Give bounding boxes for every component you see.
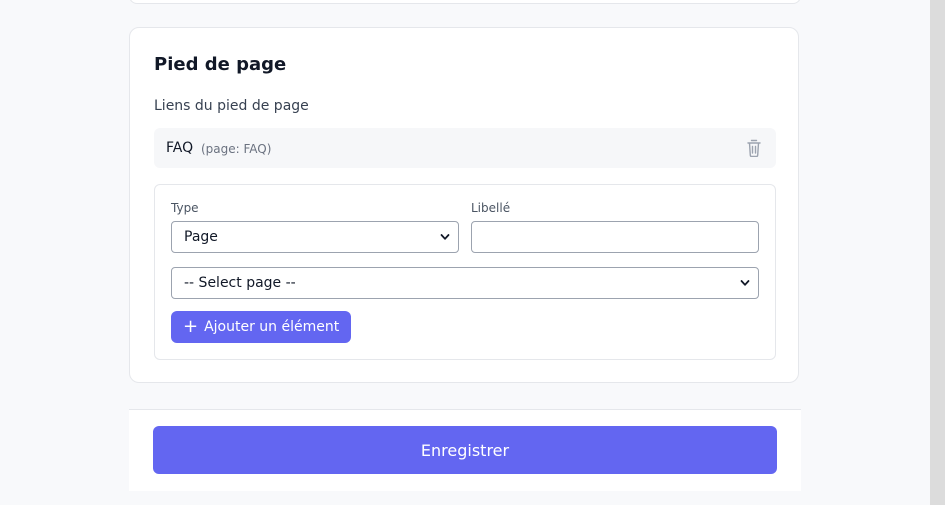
type-field-label: Type [171, 201, 199, 215]
label-input[interactable] [471, 221, 759, 253]
type-select-value: Page [184, 229, 218, 245]
label-field-label: Libellé [471, 201, 511, 215]
save-bar: Enregistrer [129, 409, 801, 491]
page-select[interactable]: -- Select page -- [171, 267, 759, 299]
add-item-button[interactable]: + Ajouter un élément [171, 311, 352, 343]
footer-settings-card: Pied de page Liens du pied de page FAQ (… [129, 27, 799, 383]
chevron-down-icon [440, 234, 450, 240]
footer-links-label: Liens du pied de page [154, 98, 309, 114]
scrollbar[interactable] [930, 0, 945, 505]
section-title: Pied de page [154, 54, 287, 75]
page-select-value: -- Select page -- [184, 275, 296, 291]
save-button[interactable]: Enregistrer [153, 426, 777, 474]
previous-section-card [129, 0, 801, 4]
footer-link-item: FAQ (page: FAQ) [154, 128, 776, 168]
chevron-down-icon [740, 280, 750, 286]
type-select[interactable]: Page [171, 221, 459, 253]
add-link-form: Type Page Libellé -- Select page -- + Aj… [154, 184, 776, 360]
footer-link-meta: (page: FAQ) [201, 142, 272, 156]
trash-icon[interactable] [746, 139, 762, 158]
footer-link-label: FAQ [166, 140, 194, 156]
add-item-button-label: Ajouter un élément [204, 319, 340, 335]
plus-icon: + [183, 316, 199, 337]
